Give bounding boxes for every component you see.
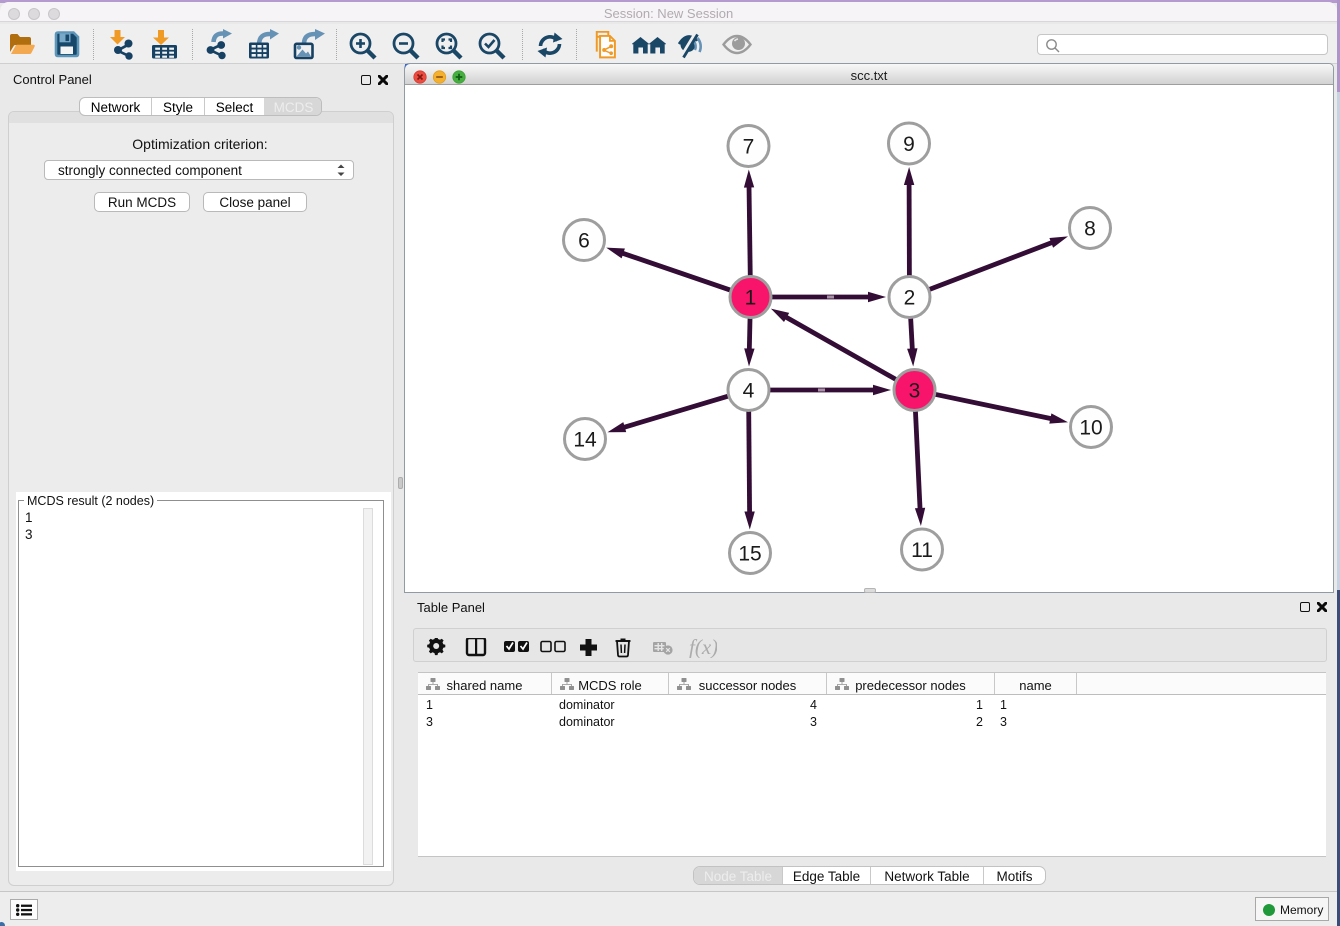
svg-text:4: 4 xyxy=(743,380,755,403)
svg-text:7: 7 xyxy=(743,136,755,159)
svg-text:14: 14 xyxy=(573,429,597,452)
svg-text:10: 10 xyxy=(1079,417,1102,440)
svg-text:6: 6 xyxy=(578,230,590,253)
svg-text:8: 8 xyxy=(1084,218,1096,241)
svg-text:1: 1 xyxy=(745,287,757,310)
svg-text:9: 9 xyxy=(903,133,915,156)
svg-text:f(x): f(x) xyxy=(689,638,717,658)
svg-text:3: 3 xyxy=(909,380,921,403)
svg-text:15: 15 xyxy=(738,543,761,566)
svg-text:2: 2 xyxy=(904,287,916,310)
svg-text:11: 11 xyxy=(911,539,933,562)
